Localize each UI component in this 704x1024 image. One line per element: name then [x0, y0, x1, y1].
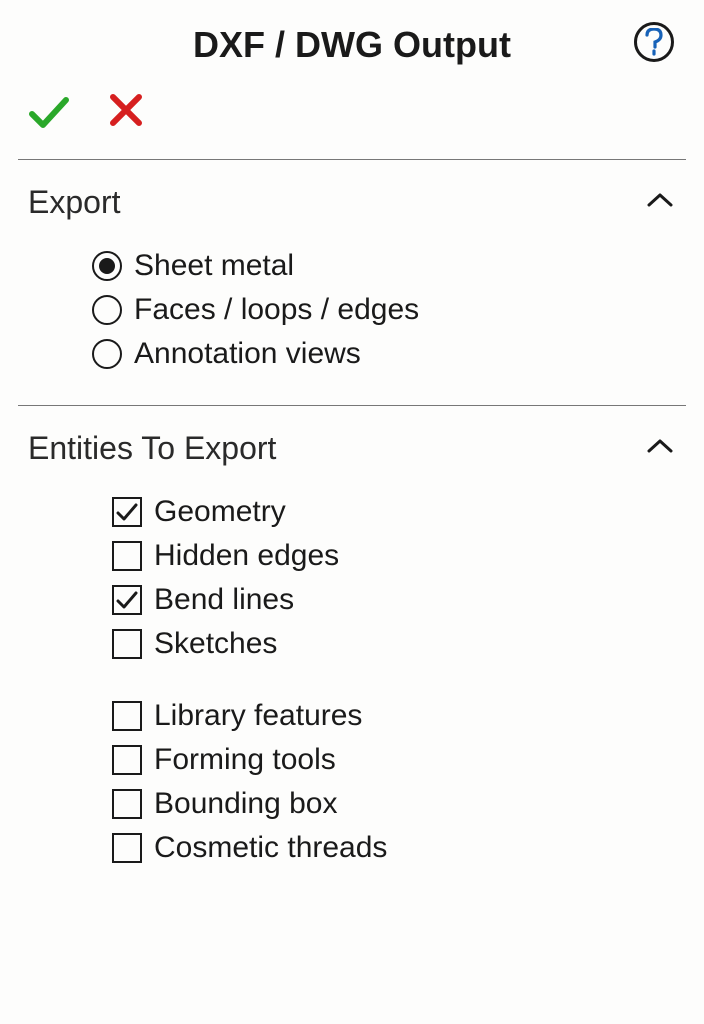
- checkbox-bounding-box[interactable]: Bounding box: [112, 787, 704, 821]
- panel-header: DXF / DWG Output: [0, 0, 704, 76]
- chevron-up-icon: [646, 437, 674, 460]
- radio-sheet-metal[interactable]: Sheet metal: [92, 249, 704, 283]
- checkbox-label: Library features: [154, 699, 362, 733]
- checkbox-icon: [112, 497, 142, 527]
- checkbox-icon: [112, 541, 142, 571]
- radio-annotation-views[interactable]: Annotation views: [92, 337, 704, 371]
- checkbox-icon: [112, 585, 142, 615]
- checkbox-icon: [112, 701, 142, 731]
- checkbox-icon: [112, 789, 142, 819]
- checkbox-label: Geometry: [154, 495, 286, 529]
- cancel-icon[interactable]: [108, 92, 144, 139]
- export-section-title: Export: [28, 184, 120, 221]
- radio-icon: [92, 251, 122, 281]
- radio-faces-loops-edges[interactable]: Faces / loops / edges: [92, 293, 704, 327]
- export-section-header[interactable]: Export: [0, 160, 704, 231]
- checkbox-icon: [112, 629, 142, 659]
- checkbox-label: Bend lines: [154, 583, 294, 617]
- checkbox-label: Cosmetic threads: [154, 831, 387, 865]
- help-icon[interactable]: [634, 22, 674, 62]
- checkbox-icon: [112, 745, 142, 775]
- checkbox-icon: [112, 833, 142, 863]
- checkbox-label: Bounding box: [154, 787, 338, 821]
- radio-label: Annotation views: [134, 337, 361, 371]
- checkbox-bend-lines[interactable]: Bend lines: [112, 583, 704, 617]
- group-gap: [112, 671, 704, 689]
- checkbox-sketches[interactable]: Sketches: [112, 627, 704, 661]
- export-options: Sheet metal Faces / loops / edges Annota…: [0, 231, 704, 405]
- panel-title: DXF / DWG Output: [193, 24, 511, 66]
- checkbox-geometry[interactable]: Geometry: [112, 495, 704, 529]
- checkbox-label: Forming tools: [154, 743, 336, 777]
- entities-section-title: Entities To Export: [28, 430, 276, 467]
- checkbox-label: Sketches: [154, 627, 277, 661]
- radio-icon: [92, 339, 122, 369]
- radio-label: Faces / loops / edges: [134, 293, 419, 327]
- entities-options: Geometry Hidden edges Bend lines Sketche…: [0, 477, 704, 895]
- chevron-up-icon: [646, 191, 674, 214]
- checkbox-forming-tools[interactable]: Forming tools: [112, 743, 704, 777]
- entities-section-header[interactable]: Entities To Export: [0, 406, 704, 477]
- ok-icon[interactable]: [28, 92, 70, 139]
- checkbox-label: Hidden edges: [154, 539, 339, 573]
- checkbox-cosmetic-threads[interactable]: Cosmetic threads: [112, 831, 704, 865]
- action-row: [0, 76, 704, 159]
- checkbox-library-features[interactable]: Library features: [112, 699, 704, 733]
- checkbox-hidden-edges[interactable]: Hidden edges: [112, 539, 704, 573]
- radio-icon: [92, 295, 122, 325]
- radio-label: Sheet metal: [134, 249, 294, 283]
